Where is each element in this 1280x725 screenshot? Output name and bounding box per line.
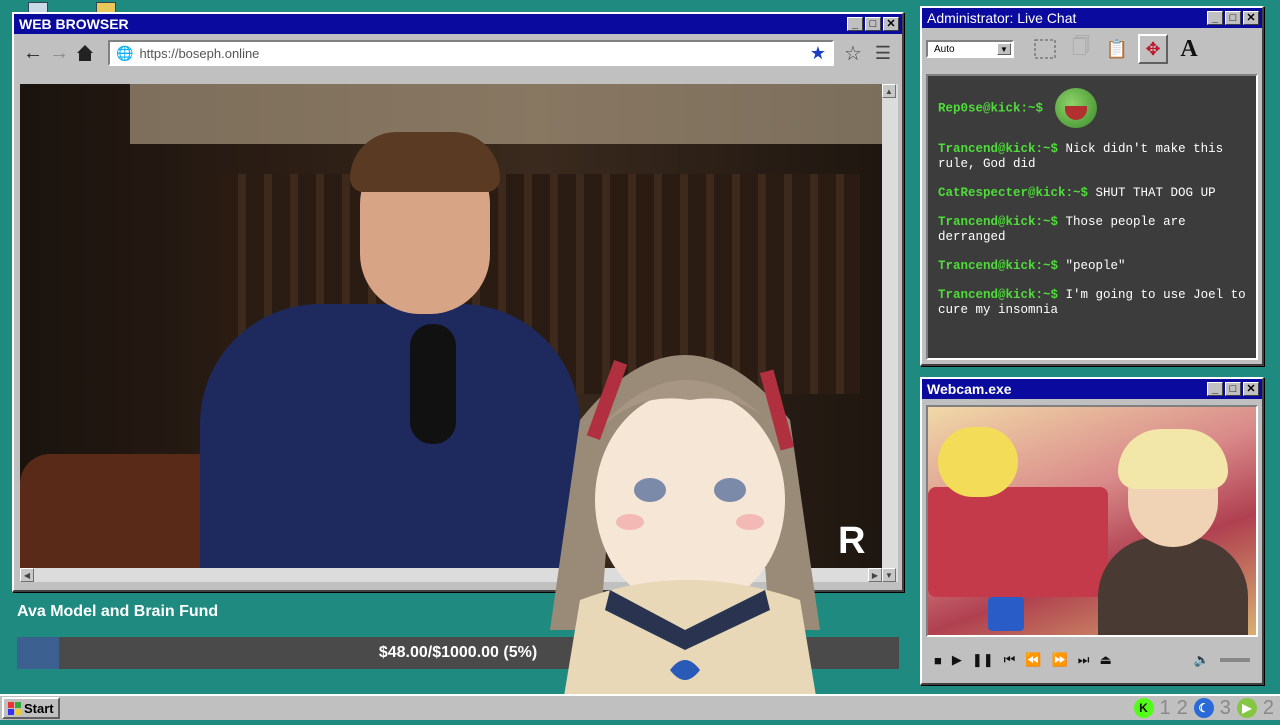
- scroll-right-icon[interactable]: ▶: [868, 568, 882, 582]
- windows-logo-icon: [8, 701, 21, 715]
- volume-slider[interactable]: [1220, 658, 1250, 662]
- moon-icon[interactable]: ☾: [1193, 698, 1214, 718]
- skip-forward-icon[interactable]: ⏭: [1078, 652, 1090, 668]
- browser-toolbar: ← → 🌐 https://boseph.online ★ ☆ ☰: [14, 34, 902, 72]
- arrow-left-icon[interactable]: ←: [20, 40, 46, 66]
- chat-message: Trancend@kick:~$ Those people are derran…: [938, 215, 1246, 245]
- media-controls: ■ ▶ ❚❚ ⏮ ⏪ ⏩ ⏭ ⏏ 🔈: [926, 643, 1258, 677]
- chat-toolbar: Auto ▼ 🗍 📋 ✥ A: [922, 28, 1262, 70]
- chat-title: Administrator: Live Chat: [927, 10, 1077, 26]
- play-icon[interactable]: ▶: [952, 652, 962, 668]
- webcam-titlebar[interactable]: Webcam.exe _ □ ✕: [922, 379, 1262, 399]
- chevron-down-icon[interactable]: ▼: [997, 43, 1011, 55]
- paste-icon[interactable]: 📋: [1102, 34, 1132, 64]
- microphone: [410, 324, 456, 444]
- chat-text: SHUT THAT DOG UP: [1095, 186, 1216, 200]
- chat-message: Trancend@kick:~$ I'm going to use Joel t…: [938, 288, 1246, 318]
- arrow-right-icon[interactable]: →: [46, 40, 72, 66]
- tray-number: 2: [1262, 696, 1274, 719]
- move-icon[interactable]: ✥: [1138, 34, 1168, 64]
- menu-icon[interactable]: ☰: [870, 40, 896, 66]
- scroll-up-icon[interactable]: ▲: [882, 84, 896, 98]
- minimize-button[interactable]: _: [1207, 11, 1223, 25]
- chat-username: Trancend@kick:~$: [938, 215, 1059, 229]
- chat-message: Trancend@kick:~$ "people": [938, 259, 1246, 274]
- chat-message: Rep0se@kick:~$: [938, 88, 1246, 128]
- scroll-left-icon[interactable]: ◀: [20, 568, 34, 582]
- volume-icon[interactable]: 🔈: [1194, 652, 1210, 668]
- bookmark-star-filled-icon[interactable]: ★: [810, 43, 826, 64]
- stop-icon[interactable]: ■: [934, 653, 942, 668]
- chat-window: Administrator: Live Chat _ □ ✕ Auto ▼ 🗍 …: [920, 6, 1264, 366]
- font-icon[interactable]: A: [1174, 34, 1204, 64]
- system-tray: K 1 2 ☾ 3 ▶ 2: [1133, 696, 1274, 720]
- address-bar[interactable]: 🌐 https://boseph.online ★: [108, 40, 834, 66]
- star-outline-icon[interactable]: ☆: [840, 40, 866, 66]
- webcam-title: Webcam.exe: [927, 381, 1012, 397]
- rumble-icon[interactable]: ▶: [1236, 698, 1257, 718]
- wall-panel: [130, 84, 882, 144]
- kick-icon[interactable]: K: [1133, 698, 1154, 718]
- chat-text: "people": [1065, 259, 1126, 273]
- skip-back-icon[interactable]: ⏮: [1004, 652, 1016, 668]
- tray-number: 2: [1176, 696, 1188, 719]
- maximize-button[interactable]: □: [865, 17, 881, 31]
- chat-message: Trancend@kick:~$ Nick didn't make this r…: [938, 142, 1246, 172]
- font-size-value: Auto: [934, 43, 955, 55]
- copy-icon[interactable]: 🗍: [1066, 34, 1096, 64]
- globe-icon: 🌐: [116, 44, 134, 61]
- webcam-view[interactable]: [926, 405, 1258, 637]
- minimize-button[interactable]: _: [1207, 382, 1223, 396]
- webcam-window: Webcam.exe _ □ ✕ ■ ▶ ❚❚ ⏮ ⏪ ⏩ ⏭ ⏏ 🔈: [920, 377, 1264, 685]
- start-label: Start: [24, 700, 54, 716]
- character-body: [1098, 537, 1248, 635]
- character-hair: [1118, 429, 1228, 489]
- emote-icon: [1054, 88, 1097, 128]
- chat-username: Trancend@kick:~$: [938, 142, 1059, 156]
- vertical-scrollbar[interactable]: ▲ ▼: [882, 84, 898, 582]
- maximize-button[interactable]: □: [1225, 11, 1241, 25]
- scroll-down-icon[interactable]: ▼: [882, 568, 896, 582]
- start-button[interactable]: Start: [2, 697, 60, 719]
- font-size-select[interactable]: Auto ▼: [926, 40, 1014, 58]
- tray-number: 3: [1219, 696, 1231, 719]
- plush: [938, 427, 1018, 497]
- home-icon[interactable]: [72, 40, 98, 66]
- chat-username: Trancend@kick:~$: [938, 259, 1059, 273]
- address-url: https://boseph.online: [139, 45, 260, 61]
- chat-username: CatRespecter@kick:~$: [938, 186, 1089, 200]
- eject-icon[interactable]: ⏏: [1099, 652, 1111, 668]
- chat-username: Rep0se@kick:~$: [938, 101, 1044, 116]
- fund-title: Ava Model and Brain Fund: [17, 603, 219, 620]
- minimize-button[interactable]: _: [847, 17, 863, 31]
- close-button[interactable]: ✕: [1243, 382, 1259, 396]
- chat-log[interactable]: Rep0se@kick:~$ Trancend@kick:~$ Nick did…: [926, 74, 1258, 360]
- vtuber-avatar: [520, 300, 850, 720]
- tray-number: 1: [1159, 696, 1171, 719]
- chat-titlebar[interactable]: Administrator: Live Chat _ □ ✕: [922, 8, 1262, 28]
- close-button[interactable]: ✕: [1243, 11, 1259, 25]
- fast-forward-icon[interactable]: ⏩: [1052, 652, 1068, 668]
- mug: [988, 597, 1024, 631]
- select-icon[interactable]: [1030, 34, 1060, 64]
- person-hair: [350, 132, 500, 192]
- bed: [928, 487, 1108, 597]
- rewind-icon[interactable]: ⏪: [1025, 652, 1041, 668]
- close-button[interactable]: ✕: [883, 17, 899, 31]
- chat-message: CatRespecter@kick:~$ SHUT THAT DOG UP: [938, 186, 1246, 201]
- chat-username: Trancend@kick:~$: [938, 288, 1059, 302]
- taskbar: Start K 1 2 ☾ 3 ▶ 2: [0, 694, 1280, 720]
- maximize-button[interactable]: □: [1225, 382, 1241, 396]
- pause-icon[interactable]: ❚❚: [972, 652, 994, 668]
- browser-title: WEB BROWSER: [19, 16, 129, 32]
- browser-titlebar[interactable]: WEB BROWSER _ □ ✕: [14, 14, 902, 34]
